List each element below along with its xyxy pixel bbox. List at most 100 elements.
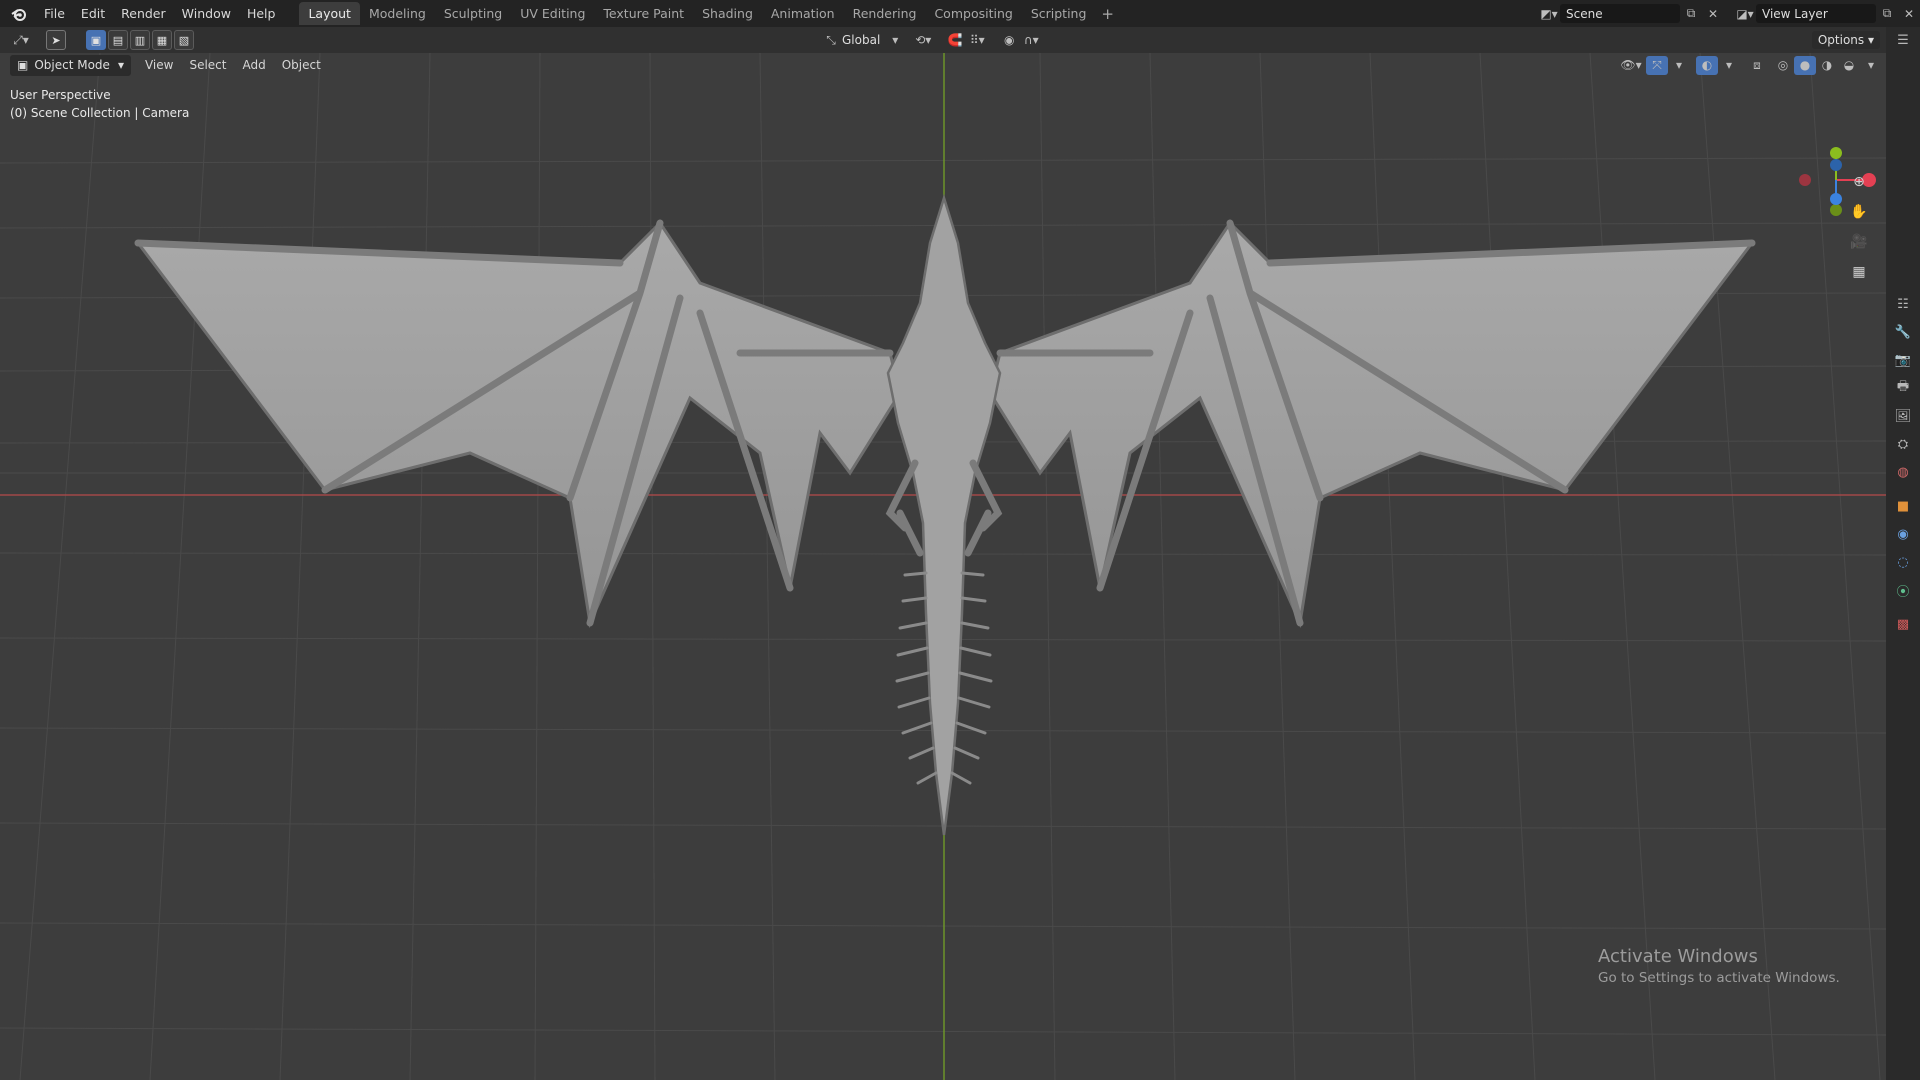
xray-toggle-icon[interactable]: ⧈ xyxy=(1746,56,1768,75)
object-mode-icon: ▣ xyxy=(17,58,29,72)
gizmo-z-axis[interactable] xyxy=(1830,193,1842,205)
remove-view-layer-icon[interactable]: ✕ xyxy=(1898,4,1920,23)
gizmo-toggle-icon[interactable]: ⤧ xyxy=(1646,55,1668,75)
tab-sculpting[interactable]: Sculpting xyxy=(435,2,511,25)
tab-layout[interactable]: Layout xyxy=(299,2,360,25)
texture-tab-icon[interactable]: ▩ xyxy=(1892,613,1914,635)
navigation-tools: ⊕ ✋ 🎥 ▦ xyxy=(1847,170,1877,290)
menu-edit[interactable]: Edit xyxy=(73,3,113,24)
overlay-toggle-icon[interactable]: ◐ xyxy=(1696,55,1718,75)
tab-modeling[interactable]: Modeling xyxy=(360,2,435,25)
options-label: Options xyxy=(1817,33,1865,47)
new-scene-icon[interactable]: ⧉ xyxy=(1680,4,1702,23)
transform-orientation-dropdown[interactable]: Global xyxy=(842,33,880,47)
gizmo-y-axis-top[interactable] xyxy=(1830,147,1842,159)
solid-shading-icon[interactable]: ● xyxy=(1794,55,1816,75)
blender-logo-icon[interactable] xyxy=(8,3,30,25)
transform-orientation-icon[interactable]: ⤡ xyxy=(820,31,842,50)
proportional-falloff-icon[interactable]: ∩▾ xyxy=(1020,31,1042,50)
view-layer-tab-icon[interactable]: 🖼 xyxy=(1892,405,1914,427)
object-tab-icon[interactable]: ■ xyxy=(1892,495,1914,517)
new-view-layer-icon[interactable]: ⧉ xyxy=(1876,4,1898,23)
snap-toggle-icon[interactable]: 🧲 xyxy=(944,31,966,50)
shading-dropdown-icon[interactable]: ▾ xyxy=(1860,56,1882,75)
scene-field[interactable]: Scene xyxy=(1560,4,1680,23)
gizmo-z-axis-neg[interactable] xyxy=(1830,159,1842,171)
select-tool-icon[interactable]: ➤ xyxy=(46,30,66,50)
menu-object[interactable]: Object xyxy=(274,56,329,74)
select-mode-intersect-icon[interactable]: ▧ xyxy=(174,30,194,50)
chevron-down-icon[interactable]: ▾ xyxy=(884,31,906,50)
perspective-toggle-icon[interactable]: ▦ xyxy=(1847,260,1871,284)
watermark-subtitle: Go to Settings to activate Windows. xyxy=(1598,970,1840,986)
mode-dropdown[interactable]: ▣ Object Mode ▾ xyxy=(10,54,131,76)
view-layer-field[interactable]: View Layer xyxy=(1756,4,1876,23)
add-workspace-button[interactable]: + xyxy=(1095,3,1120,25)
view-name: User Perspective xyxy=(10,88,111,102)
gizmo-neg-y-axis[interactable] xyxy=(1830,204,1842,216)
menu-help[interactable]: Help xyxy=(239,3,284,24)
workspace-tabs: Layout Modeling Sculpting UV Editing Tex… xyxy=(299,0,1120,27)
menu-add[interactable]: Add xyxy=(234,56,273,74)
select-mode-new-icon[interactable]: ▣ xyxy=(86,30,106,50)
select-mode-subtract-icon[interactable]: ▥ xyxy=(130,30,150,50)
tab-rendering[interactable]: Rendering xyxy=(844,2,926,25)
camera-view-icon[interactable]: 🎥 xyxy=(1847,230,1871,254)
gizmo-neg-x-axis[interactable] xyxy=(1799,174,1811,186)
overlay-dropdown-icon[interactable]: ▾ xyxy=(1718,56,1740,75)
tool-tab-icon[interactable]: 🔧 xyxy=(1892,321,1914,343)
visibility-icon[interactable]: 👁▾ xyxy=(1620,56,1642,75)
object-data-tab-icon[interactable]: ⦿ xyxy=(1892,579,1914,601)
menu-file[interactable]: File xyxy=(36,3,73,24)
proportional-editing-icon[interactable]: ◉ xyxy=(998,31,1020,50)
chevron-down-icon: ▾ xyxy=(117,58,124,72)
tab-scripting[interactable]: Scripting xyxy=(1022,2,1096,25)
tab-animation[interactable]: Animation xyxy=(762,2,844,25)
zoom-icon[interactable]: ⊕ xyxy=(1847,170,1871,194)
world-tab-icon[interactable]: ◍ xyxy=(1892,461,1914,483)
tool-header: ⤢▾ ➤ ▣ ▤ ▥ ▦ ▧ ⤡ Global ▾ ⟲▾ 🧲 ⠿▾ ◉ ∩▾ O… xyxy=(0,27,1886,53)
top-bar: File Edit Render Window Help Layout Mode… xyxy=(0,0,1920,27)
menu-window[interactable]: Window xyxy=(174,3,239,24)
remove-scene-icon[interactable]: ✕ xyxy=(1702,4,1724,23)
activation-watermark: Activate Windows Go to Settings to activ… xyxy=(1598,946,1840,986)
options-dropdown[interactable]: Options ▾ xyxy=(1811,31,1880,49)
outliner-icon[interactable]: ☰ xyxy=(1892,29,1914,51)
modifier-tab-icon[interactable]: ◉ xyxy=(1892,523,1914,545)
render-tab-icon[interactable]: 📷 xyxy=(1892,349,1914,371)
viewport-shading-controls: 👁▾ ⤧ ▾ ◐ ▾ ⧈ ◎ ● ◑ ◒ ▾ xyxy=(1620,55,1882,75)
properties-editor-icon[interactable]: ☷ xyxy=(1892,293,1914,315)
menu-select[interactable]: Select xyxy=(181,56,234,74)
collection-info: (0) Scene Collection | Camera xyxy=(10,106,190,120)
scene-tab-icon[interactable]: ⛭ xyxy=(1892,433,1914,455)
properties-tabs: ☰ ☷ 🔧 📷 🖶 🖼 ⛭ ◍ ■ ◉ ◌ ⦿ ▩ xyxy=(1886,27,1920,1080)
tab-compositing[interactable]: Compositing xyxy=(925,2,1021,25)
select-mode-invert-icon[interactable]: ▦ xyxy=(152,30,172,50)
viewport-header: ▣ Object Mode ▾ View Select Add Object 👁… xyxy=(0,53,1886,77)
view-layer-type-icon[interactable]: ◪▾ xyxy=(1734,4,1756,23)
snap-target-icon[interactable]: ⠿▾ xyxy=(966,31,988,50)
gizmo-dropdown-icon[interactable]: ▾ xyxy=(1668,56,1690,75)
scene-type-icon[interactable]: ◩▾ xyxy=(1538,4,1560,23)
mode-label: Object Mode xyxy=(34,58,110,72)
viewport-canvas xyxy=(0,53,1886,1080)
output-tab-icon[interactable]: 🖶 xyxy=(1892,377,1914,399)
dragon-model[interactable] xyxy=(134,193,1756,836)
material-shading-icon[interactable]: ◑ xyxy=(1816,56,1838,75)
wireframe-shading-icon[interactable]: ◎ xyxy=(1772,56,1794,75)
menu-render[interactable]: Render xyxy=(113,3,174,24)
view-layer-name: View Layer xyxy=(1762,6,1828,21)
scene-name: Scene xyxy=(1566,6,1603,21)
physics-tab-icon[interactable]: ◌ xyxy=(1892,551,1914,573)
tab-uv-editing[interactable]: UV Editing xyxy=(511,2,594,25)
editor-type-icon[interactable]: ⤢▾ xyxy=(10,31,32,50)
pivot-point-icon[interactable]: ⟲▾ xyxy=(912,31,934,50)
3d-viewport[interactable] xyxy=(0,53,1886,1080)
rendered-shading-icon[interactable]: ◒ xyxy=(1838,56,1860,75)
select-mode-extend-icon[interactable]: ▤ xyxy=(108,30,128,50)
tab-texture-paint[interactable]: Texture Paint xyxy=(594,2,693,25)
pan-hand-icon[interactable]: ✋ xyxy=(1847,200,1871,224)
viewport-info: User Perspective (0) Scene Collection | … xyxy=(10,86,189,122)
tab-shading[interactable]: Shading xyxy=(693,2,762,25)
menu-view[interactable]: View xyxy=(137,56,181,74)
